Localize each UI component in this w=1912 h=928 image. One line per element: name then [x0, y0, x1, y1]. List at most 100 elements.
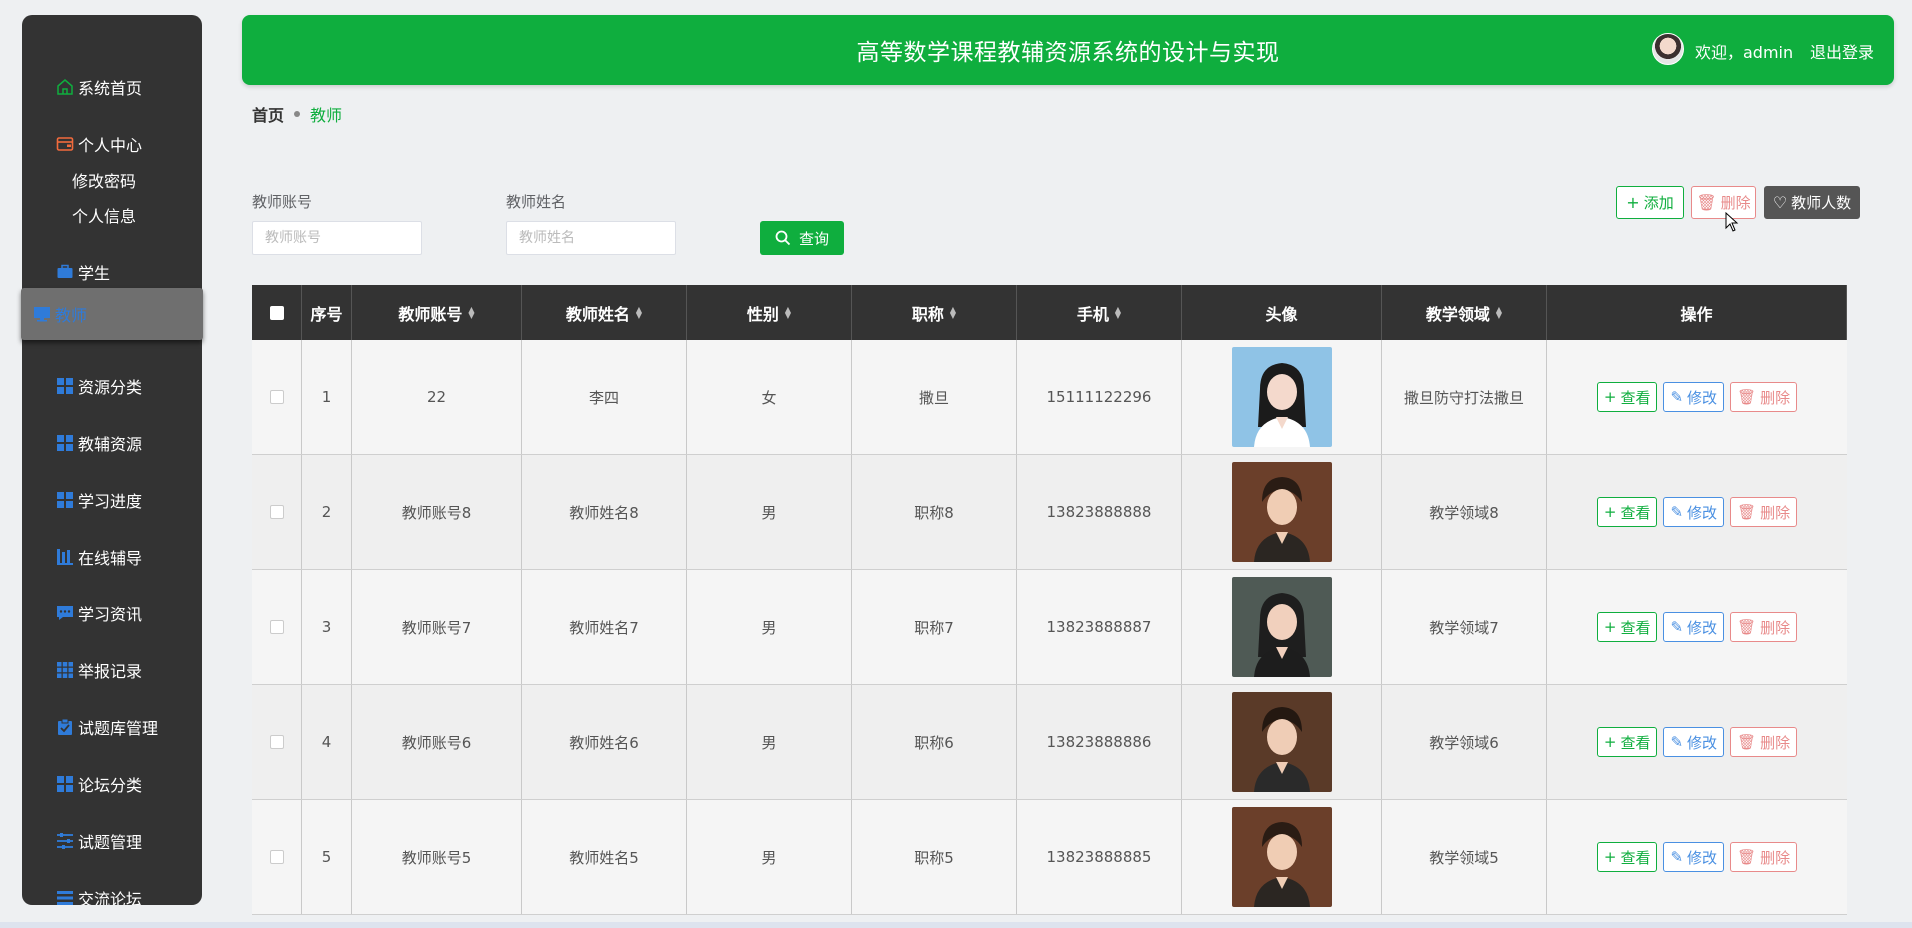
- view-label: 查看: [1620, 733, 1651, 752]
- cell-index: 2: [302, 455, 352, 569]
- table-row: 4 教师账号6 教师姓名6 男 职称6 13823888886 教学领域6 + …: [252, 685, 1847, 800]
- edit-button[interactable]: ✎ 修改: [1663, 612, 1725, 642]
- teacher-photo[interactable]: [1231, 577, 1332, 677]
- sidebar-item-personal-center[interactable]: 个人中心: [22, 124, 202, 164]
- sidebar-item-forum-category[interactable]: 论坛分类: [22, 764, 202, 804]
- plus-icon: +: [1603, 848, 1617, 866]
- teacher-photo[interactable]: [1231, 347, 1332, 447]
- sidebar-item-label: 资源分类: [78, 378, 143, 397]
- edit-label: 修改: [1687, 618, 1718, 637]
- sidebar-item-label: 试题管理: [78, 833, 143, 852]
- wallet-icon: [56, 135, 74, 153]
- column-label: 手机: [1076, 304, 1109, 324]
- search-button[interactable]: 查询: [760, 221, 844, 255]
- column-index: 序号: [302, 285, 352, 340]
- cell-field: 教学领域5: [1382, 800, 1547, 914]
- logout-button[interactable]: 退出登录: [1810, 39, 1874, 63]
- edit-button[interactable]: ✎ 修改: [1663, 382, 1725, 412]
- plus-icon: +: [1603, 733, 1617, 751]
- edit-button[interactable]: ✎ 修改: [1663, 842, 1725, 872]
- column-account[interactable]: 教师账号 ▲ ▼: [352, 285, 522, 340]
- add-button[interactable]: + 添加: [1616, 186, 1684, 219]
- table-row: 3 教师账号7 教师姓名7 男 职称7 13823888887 教学领域7 + …: [252, 570, 1847, 685]
- chat-icon: [56, 604, 74, 622]
- cell-title: 职称5: [852, 800, 1017, 914]
- view-button[interactable]: + 查看: [1596, 382, 1658, 412]
- edit-button[interactable]: ✎ 修改: [1663, 497, 1725, 527]
- trash-icon: 🗑: [1737, 503, 1757, 521]
- cell-actions: + 查看 ✎ 修改 🗑 删除: [1547, 455, 1847, 569]
- sidebar-item-progress[interactable]: 学习进度: [22, 480, 202, 520]
- sidebar-item-label: 学生: [78, 264, 111, 283]
- column-gender[interactable]: 性别 ▲ ▼: [687, 285, 852, 340]
- account-search-input[interactable]: [252, 221, 422, 255]
- plus-icon: +: [1603, 503, 1617, 521]
- teacher-photo[interactable]: [1231, 692, 1332, 792]
- sidebar-item-teaching-resources[interactable]: 教辅资源: [22, 423, 202, 463]
- column-name[interactable]: 教师姓名 ▲ ▼: [522, 285, 687, 340]
- avatar[interactable]: [1652, 33, 1684, 65]
- view-button[interactable]: + 查看: [1596, 727, 1658, 757]
- teacher-photo[interactable]: [1231, 462, 1332, 562]
- sidebar-item-teacher[interactable]: 教师: [21, 288, 203, 340]
- sidebar-item-label: 教师: [55, 306, 88, 325]
- trash-icon: 🗑: [1737, 388, 1757, 406]
- row-checkbox[interactable]: [252, 340, 302, 454]
- cell-account: 教师账号6: [352, 685, 522, 799]
- plus-icon: +: [1626, 193, 1640, 212]
- table-body: 1 22 李四 女 撒旦 15111122296 撒旦防守打法撒旦 + 查看 ✎…: [252, 340, 1847, 915]
- sidebar-item-question-management[interactable]: 试题管理: [22, 821, 202, 861]
- teacher-count-button[interactable]: ♡ 教师人数: [1764, 186, 1860, 219]
- sidebar-item-label: 个人中心: [78, 136, 143, 155]
- delete-button[interactable]: 🗑 删除: [1730, 612, 1798, 642]
- sidebar-item-label: 学习资讯: [78, 605, 143, 624]
- view-button[interactable]: + 查看: [1596, 497, 1658, 527]
- sidebar-item-question-bank[interactable]: 试题库管理: [22, 707, 202, 747]
- teacher-photo[interactable]: [1231, 807, 1332, 907]
- column-field[interactable]: 教学领域 ▲ ▼: [1382, 285, 1547, 340]
- breadcrumb-home[interactable]: 首页: [252, 102, 284, 126]
- column-phone[interactable]: 手机 ▲ ▼: [1017, 285, 1182, 340]
- sidebar-subitem-profile[interactable]: 个人信息: [72, 203, 136, 227]
- sidebar-item-student[interactable]: 学生: [22, 252, 202, 292]
- delete-button[interactable]: 🗑 删除: [1730, 842, 1798, 872]
- trash-icon: 🗑: [1737, 733, 1757, 751]
- bottom-strip: [0, 922, 1912, 928]
- cell-index: 3: [302, 570, 352, 684]
- sidebar-subitem-change-password[interactable]: 修改密码: [72, 168, 136, 192]
- cell-phone: 15111122296: [1017, 340, 1182, 454]
- cell-phone: 13823888885: [1017, 800, 1182, 914]
- delete-button[interactable]: 🗑 删除: [1730, 382, 1798, 412]
- edit-icon: ✎: [1670, 388, 1684, 406]
- row-checkbox[interactable]: [252, 685, 302, 799]
- column-title[interactable]: 职称 ▲ ▼: [852, 285, 1017, 340]
- sidebar-item-reports[interactable]: 举报记录: [22, 650, 202, 690]
- sidebar-item-news[interactable]: 学习资讯: [22, 593, 202, 633]
- delete-button[interactable]: 🗑 删除: [1730, 727, 1798, 757]
- batch-delete-button[interactable]: 🗑 删除: [1691, 186, 1756, 219]
- view-button[interactable]: + 查看: [1596, 612, 1658, 642]
- cell-phone: 13823888888: [1017, 455, 1182, 569]
- sidebar-item-online-tutoring[interactable]: 在线辅导: [22, 537, 202, 577]
- clipboard-icon: [56, 718, 74, 736]
- view-button[interactable]: + 查看: [1596, 842, 1658, 872]
- sidebar-item-resource-category[interactable]: 资源分类: [22, 366, 202, 406]
- cell-actions: + 查看 ✎ 修改 🗑 删除: [1547, 570, 1847, 684]
- search-icon: [775, 230, 791, 246]
- grid-icon: [56, 775, 74, 793]
- delete-button-label: 删除: [1720, 194, 1751, 212]
- edit-icon: ✎: [1670, 848, 1684, 866]
- sidebar-item-forum[interactable]: 交流论坛: [22, 878, 202, 905]
- select-all-checkbox[interactable]: [252, 285, 302, 340]
- delete-label: 删除: [1760, 618, 1791, 637]
- cell-title: 职称8: [852, 455, 1017, 569]
- sidebar-item-home[interactable]: 系统首页: [22, 67, 202, 107]
- column-label: 性别: [746, 304, 779, 324]
- name-search-input[interactable]: [506, 221, 676, 255]
- row-checkbox[interactable]: [252, 800, 302, 914]
- row-checkbox[interactable]: [252, 455, 302, 569]
- delete-button[interactable]: 🗑 删除: [1730, 497, 1798, 527]
- row-checkbox[interactable]: [252, 570, 302, 684]
- table-row: 1 22 李四 女 撒旦 15111122296 撒旦防守打法撒旦 + 查看 ✎…: [252, 340, 1847, 455]
- edit-button[interactable]: ✎ 修改: [1663, 727, 1725, 757]
